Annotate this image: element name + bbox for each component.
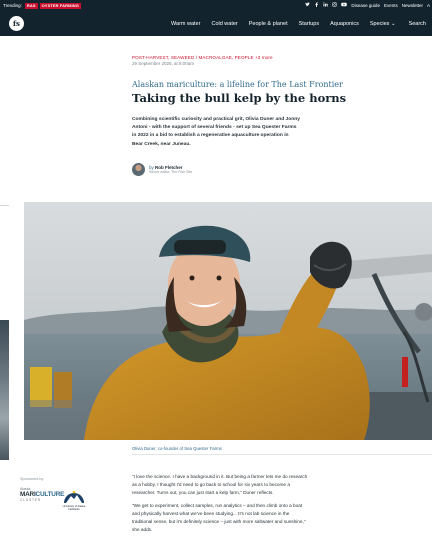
series-kicker[interactable]: Alaskan mariculture: a lifeline for The …	[132, 80, 343, 89]
nav-item-warm-water[interactable]: Warm water	[171, 21, 200, 27]
trending-tag-oyster-farming[interactable]: OYSTER FARMING	[39, 2, 81, 9]
sidebar-image	[0, 320, 9, 460]
byline-text: by Rob Fletcher Senior editor, The Fish …	[149, 165, 192, 174]
mariculture-logo-part-1: MARI	[20, 491, 36, 498]
hero-photo-illustration	[24, 202, 432, 440]
twitter-icon[interactable]	[305, 2, 311, 9]
author-avatar[interactable]	[132, 163, 145, 176]
trending-tag-ras[interactable]: RAS	[24, 2, 38, 9]
paragraph: "We get to experiment, collect samples, …	[132, 503, 306, 532]
youtube-icon[interactable]	[341, 2, 348, 9]
trending-bar: Trending: RAS OYSTER FARMING Disease gui…	[0, 0, 432, 11]
nav-menu: Warm water Cold water People & planet St…	[171, 11, 426, 36]
sponsored-label: Sponsored by	[20, 477, 44, 481]
uaf-logo-text: University of Alaska Fairbanks	[62, 505, 86, 511]
mariculture-logo-sub: CLUSTER	[20, 498, 41, 502]
newsletter-link[interactable]: Newsletter	[402, 3, 423, 8]
disease-guide-link[interactable]: Disease guide	[351, 3, 380, 8]
instagram-icon[interactable]	[332, 2, 338, 9]
article-standfirst: Combining scientific curiosity and pract…	[132, 117, 300, 147]
mariculture-cluster-logo[interactable]: Alaska MARICULTURE CLUSTER	[20, 487, 64, 502]
main-navigation: fs Warm water Cold water People & planet…	[0, 11, 432, 36]
site-logo[interactable]: fs	[9, 16, 24, 31]
nav-item-people-planet[interactable]: People & planet	[249, 21, 288, 27]
article-headline: Taking the bull kelp by the horns	[132, 91, 347, 105]
nav-search-button[interactable]: Search	[407, 21, 426, 27]
paragraph: "I love the science. I have a background…	[132, 474, 308, 495]
facebook-icon[interactable]	[314, 2, 319, 9]
category-tags[interactable]: POST-HARVEST, SEAWEED / MACROALGAE, PEOP…	[132, 55, 273, 60]
publish-date: 29 September 2025, at 8:00am	[132, 61, 195, 66]
linkedin-icon[interactable]	[323, 2, 329, 9]
events-link[interactable]: Events	[384, 3, 398, 8]
nav-item-species-dropdown[interactable]: Species ⌄	[370, 21, 396, 27]
truncated-link[interactable]: A	[427, 3, 430, 8]
trending-label: Trending:	[3, 3, 22, 8]
article-body: "I love the science. I have a background…	[132, 473, 310, 539]
mariculture-logo-part-2: CULTURE	[35, 491, 65, 498]
nav-item-startups[interactable]: Startups	[299, 21, 319, 27]
nav-item-cold-water[interactable]: Cold water	[211, 21, 237, 27]
hero-photo	[24, 202, 432, 440]
caption-divider	[132, 454, 432, 455]
mariculture-logo-main: MARICULTURE	[20, 491, 64, 498]
byline: by Rob Fletcher Senior editor, The Fish …	[132, 163, 192, 176]
photo-caption: Olivia Duner, co-founder of Sea Quester …	[132, 446, 222, 451]
uaf-logo-icon[interactable]	[63, 487, 85, 504]
author-role: Senior editor, The Fish Site	[149, 170, 193, 174]
nav-item-aquaponics[interactable]: Aquaponics	[330, 21, 359, 27]
utility-links: Disease guide Events Newsletter A	[305, 0, 430, 11]
sidebar-divider	[0, 205, 9, 206]
